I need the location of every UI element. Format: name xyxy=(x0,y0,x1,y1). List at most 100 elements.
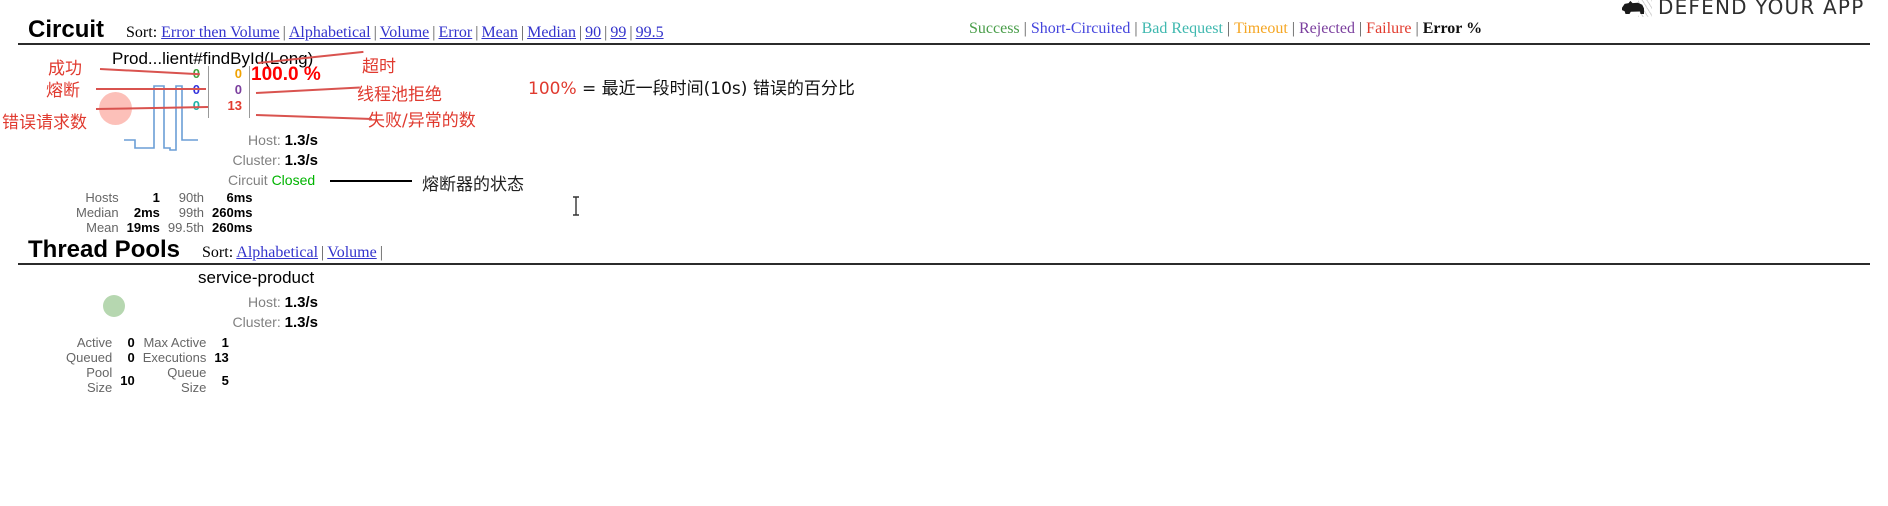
table-row: Mean 19ms 99.5th 260ms xyxy=(72,220,257,235)
stat-label-queued: Queued xyxy=(66,350,113,365)
stat-label-median: Median xyxy=(76,205,119,220)
sort-link-99-5[interactable]: 99.5 xyxy=(636,24,664,41)
stat-value-active: 0 xyxy=(127,335,135,350)
circuit-cluster-rate: Cluster: 1.3/s xyxy=(160,152,319,169)
threadpool-section-header: Thread Pools Sort: Alphabetical | Volume | xyxy=(0,236,1888,264)
threadpool-monitor-name: service-product xyxy=(198,268,315,287)
circuit-host-value: 1.3/s xyxy=(284,132,318,149)
stat-label-pool-size: Pool Size xyxy=(86,365,113,395)
stat-value-median: 2ms xyxy=(133,205,160,220)
circuit-title: Circuit xyxy=(28,16,105,43)
threadpool-cluster-value: 1.3/s xyxy=(284,314,318,331)
sort-link-volume[interactable]: Volume xyxy=(380,24,429,41)
threadpool-sort-controls: Sort: Alphabetical | Volume | xyxy=(202,244,383,261)
formula-description: 最近一段时间(10s) 错误的百分比 xyxy=(601,79,855,99)
tp-sort-link-volume[interactable]: Volume xyxy=(327,244,376,261)
threadpool-host-value: 1.3/s xyxy=(284,294,318,311)
sort-link-90[interactable]: 90 xyxy=(585,24,601,41)
stat-value-90th: 6ms xyxy=(226,190,253,205)
tp-sort-link-alphabetical[interactable]: Alphabetical xyxy=(236,244,318,261)
threadpool-host-rate: Host: 1.3/s xyxy=(160,294,318,311)
stat-label-max-active: Max Active xyxy=(143,335,207,350)
sort-link-mean[interactable]: Mean xyxy=(481,24,517,41)
stat-value-queued: 0 xyxy=(127,350,135,365)
annotation-error-requests: 错误请求数 xyxy=(2,113,87,133)
circuit-cluster-label: Cluster: xyxy=(232,152,281,168)
threadpool-sort-label: Sort: xyxy=(202,244,234,261)
formula-percent: 100% xyxy=(528,79,577,99)
hystrix-dashboard-screenshot: DEFEND YOUR APP Circuit Sort: Error then… xyxy=(0,0,1888,506)
annotation-leader-short-circuit xyxy=(96,88,206,90)
legend-item-failure: Failure xyxy=(1366,20,1412,37)
stat-label-hosts: Hosts xyxy=(85,190,119,205)
legend-item-short-circuited: Short-Circuited xyxy=(1030,20,1131,37)
circuit-section-header: Circuit Sort: Error then Volume | Alphabet… xyxy=(0,16,1888,44)
count-rejected: 0 xyxy=(234,82,242,97)
stat-value-99th: 260ms xyxy=(212,205,253,220)
stat-label-99th: 99th xyxy=(178,205,205,220)
count-short-circuited: 0 xyxy=(192,82,200,97)
text-cursor-icon xyxy=(573,196,579,216)
sort-link-median[interactable]: Median xyxy=(527,24,576,41)
sort-link-error[interactable]: Error xyxy=(438,24,472,41)
circuit-state-row: Circuit Closed xyxy=(228,172,315,188)
count-failure: 13 xyxy=(227,98,242,113)
table-row: Queued 0 Executions 13 xyxy=(62,350,233,365)
annotation-failure-exception: 失败/异常的数 xyxy=(368,111,476,131)
table-row: Active 0 Max Active 1 xyxy=(62,335,233,350)
legend-item-timeout: Timeout xyxy=(1234,20,1288,37)
stat-value-max-active: 1 xyxy=(221,335,229,350)
legend-item-error-pct: Error % xyxy=(1422,20,1483,37)
threadpool-stats-table: Active 0 Max Active 1 Queued 0 Execution… xyxy=(62,335,233,395)
sort-link-error-then-volume[interactable]: Error then Volume xyxy=(161,24,280,41)
annotation-leader-circuit-state xyxy=(330,180,412,182)
circuit-stats-table: Hosts 1 90th 6ms Median 2ms 99th 260ms M… xyxy=(72,190,257,235)
threadpool-title: Thread Pools xyxy=(28,236,181,263)
stat-label-executions: Executions xyxy=(142,350,207,365)
stat-value-executions: 13 xyxy=(214,350,229,365)
threadpool-host-label: Host: xyxy=(248,294,281,310)
sort-link-alphabetical[interactable]: Alphabetical xyxy=(289,24,371,41)
circuit-cluster-value: 1.3/s xyxy=(284,152,318,169)
stat-value-hosts: 1 xyxy=(152,190,160,205)
annotation-circuit-state: 熔断器的状态 xyxy=(422,175,524,195)
circuit-counts-right: 0 0 13 xyxy=(212,66,242,114)
table-row: Pool Size 10 Queue Size 5 xyxy=(62,365,233,395)
stat-label-mean: Mean xyxy=(86,220,119,235)
circuit-sort-controls: Sort: Error then Volume | Alphabetical | Vol… xyxy=(126,24,664,41)
legend-item-rejected: Rejected xyxy=(1299,20,1355,37)
stat-value-99-5th: 260ms xyxy=(212,220,253,235)
annotation-leader-failure-exception xyxy=(255,114,372,121)
threadpool-cluster-label: Cluster: xyxy=(232,314,281,330)
circuit-state-value: Closed xyxy=(271,172,316,188)
counts-divider-2 xyxy=(249,66,250,118)
legend-item-success: Success xyxy=(969,20,1020,37)
stat-label-99-5th: 99.5th xyxy=(167,220,205,235)
table-row: Hosts 1 90th 6ms xyxy=(72,190,257,205)
stat-value-pool-size: 10 xyxy=(120,372,135,388)
threadpool-cluster-rate: Cluster: 1.3/s xyxy=(160,314,319,331)
error-percentage: 100.0 % xyxy=(251,64,321,85)
circuit-sort-label: Sort: xyxy=(126,24,158,41)
annotation-leader-threadpool-rejected xyxy=(255,86,360,94)
stat-label-queue-size: Queue Size xyxy=(167,365,207,395)
legend-item-bad-request: Bad Request xyxy=(1141,20,1223,37)
circuit-state-label: Circuit xyxy=(228,172,268,188)
table-row: Median 2ms 99th 260ms xyxy=(72,205,257,220)
stat-value-queue-size: 5 xyxy=(221,372,229,388)
formula-equals: = xyxy=(582,79,597,99)
annotation-timeout: 超时 xyxy=(362,57,396,77)
circuit-legend: Success | Short-Circuited | Bad Request | Time… xyxy=(969,20,1483,37)
circuit-host-label: Host: xyxy=(248,132,281,148)
annotation-formula: 100% = 最近一段时间(10s) 错误的百分比 xyxy=(528,74,855,99)
stat-value-mean: 19ms xyxy=(126,220,160,235)
threadpool-divider xyxy=(18,263,1870,265)
circuit-divider xyxy=(18,43,1870,45)
sort-link-99[interactable]: 99 xyxy=(610,24,626,41)
annotation-short-circuit: 熔断 xyxy=(46,81,80,101)
stat-label-90th: 90th xyxy=(178,190,205,205)
annotation-threadpool-rejected: 线程池拒绝 xyxy=(357,85,442,105)
stat-label-active: Active xyxy=(76,335,113,350)
circuit-host-rate: Host: 1.3/s xyxy=(160,132,318,149)
count-timeout: 0 xyxy=(234,66,242,81)
